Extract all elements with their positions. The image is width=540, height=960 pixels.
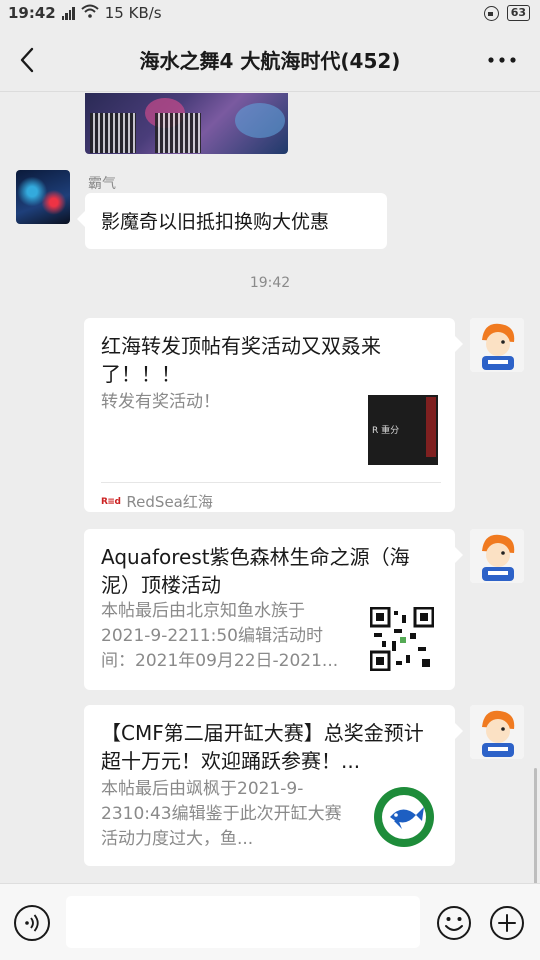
- more-button[interactable]: [486, 48, 518, 72]
- battery-icon: 63: [506, 5, 530, 21]
- sender-name: 霸气: [88, 176, 116, 192]
- card-description: 本帖最后由飒枫于2021-9-2310:43编辑鉴于此次开缸大赛活动力度过大，鱼…: [101, 779, 342, 849]
- status-time: 19:42: [8, 4, 56, 22]
- card-description: 本帖最后由北京知鱼水族于2021-9-2211:50编辑活动时间：2021年09…: [101, 601, 339, 671]
- chat-title: 海水之舞4 大航海时代(452): [139, 49, 401, 73]
- source-name: RedSea红海: [126, 493, 213, 511]
- cartoon-avatar-icon: [470, 529, 524, 583]
- fish-logo-icon: [374, 787, 434, 847]
- scrollbar[interactable]: [534, 768, 537, 883]
- shared-image[interactable]: [85, 93, 288, 154]
- thumbnail-text: R 重分: [372, 426, 400, 436]
- network-speed: 15 KB/s: [104, 4, 162, 22]
- cartoon-avatar-icon: [470, 705, 524, 759]
- plus-icon: [490, 906, 524, 940]
- redsea-logo-icon: R≡d: [101, 496, 121, 507]
- sender-avatar[interactable]: [16, 170, 70, 224]
- message-input[interactable]: [66, 896, 420, 948]
- card-title: 红海转发顶帖有奖活动又双叒来了！！！: [101, 334, 381, 386]
- cartoon-avatar-icon: [470, 318, 524, 372]
- self-avatar[interactable]: [470, 318, 524, 372]
- link-card[interactable]: Aquaforest紫色森林生命之源（海泥）顶楼活动 本帖最后由北京知鱼水族于2…: [84, 529, 463, 690]
- chat-area[interactable]: 霸气 影魔奇以旧抵扣换购大优惠 19:42 红海转发顶帖有奖活动又双叒来了！！！…: [0, 93, 540, 883]
- status-bar: 19:42 15 KB/s 63: [0, 0, 540, 28]
- more-icon: [488, 57, 516, 63]
- card-description: 转发有奖活动！: [101, 392, 220, 412]
- self-avatar[interactable]: [470, 529, 524, 583]
- text-message-bubble[interactable]: 影魔奇以旧抵扣换购大优惠: [77, 193, 387, 249]
- emoji-icon: [437, 906, 471, 940]
- card-thumbnail: R 重分: [368, 395, 438, 465]
- voice-button[interactable]: [14, 905, 50, 941]
- voice-icon: [25, 914, 39, 932]
- chevron-left-icon: [20, 47, 34, 73]
- signal-icon: [61, 6, 75, 20]
- plus-button[interactable]: [489, 905, 525, 941]
- link-card[interactable]: 红海转发顶帖有奖活动又双叒来了！！！ 转发有奖活动！ R 重分 R≡d RedS…: [84, 318, 463, 512]
- chat-header: 海水之舞4 大航海时代(452): [0, 28, 540, 92]
- back-button[interactable]: [14, 44, 44, 76]
- emoji-button[interactable]: [436, 905, 472, 941]
- qr-code-icon: [369, 606, 435, 672]
- card-title: 【CMF第二届开缸大赛】总奖金预计超十万元！欢迎踊跃参赛！...: [101, 721, 424, 773]
- card-source: R≡d RedSea红海: [101, 482, 441, 512]
- wifi-icon: [81, 4, 99, 22]
- lock-icon: [483, 5, 499, 21]
- link-card[interactable]: 【CMF第二届开缸大赛】总奖金预计超十万元！欢迎踊跃参赛！... 本帖最后由飒枫…: [84, 705, 463, 866]
- message-timestamp: 19:42: [249, 275, 291, 291]
- card-title: Aquaforest紫色森林生命之源（海泥）顶楼活动: [101, 545, 410, 597]
- self-avatar[interactable]: [470, 705, 524, 759]
- message-text: 影魔奇以旧抵扣换购大优惠: [101, 211, 330, 233]
- qr-code-thumbnail: [369, 606, 435, 672]
- input-bar: [0, 883, 540, 960]
- forum-logo-thumbnail: [372, 785, 436, 849]
